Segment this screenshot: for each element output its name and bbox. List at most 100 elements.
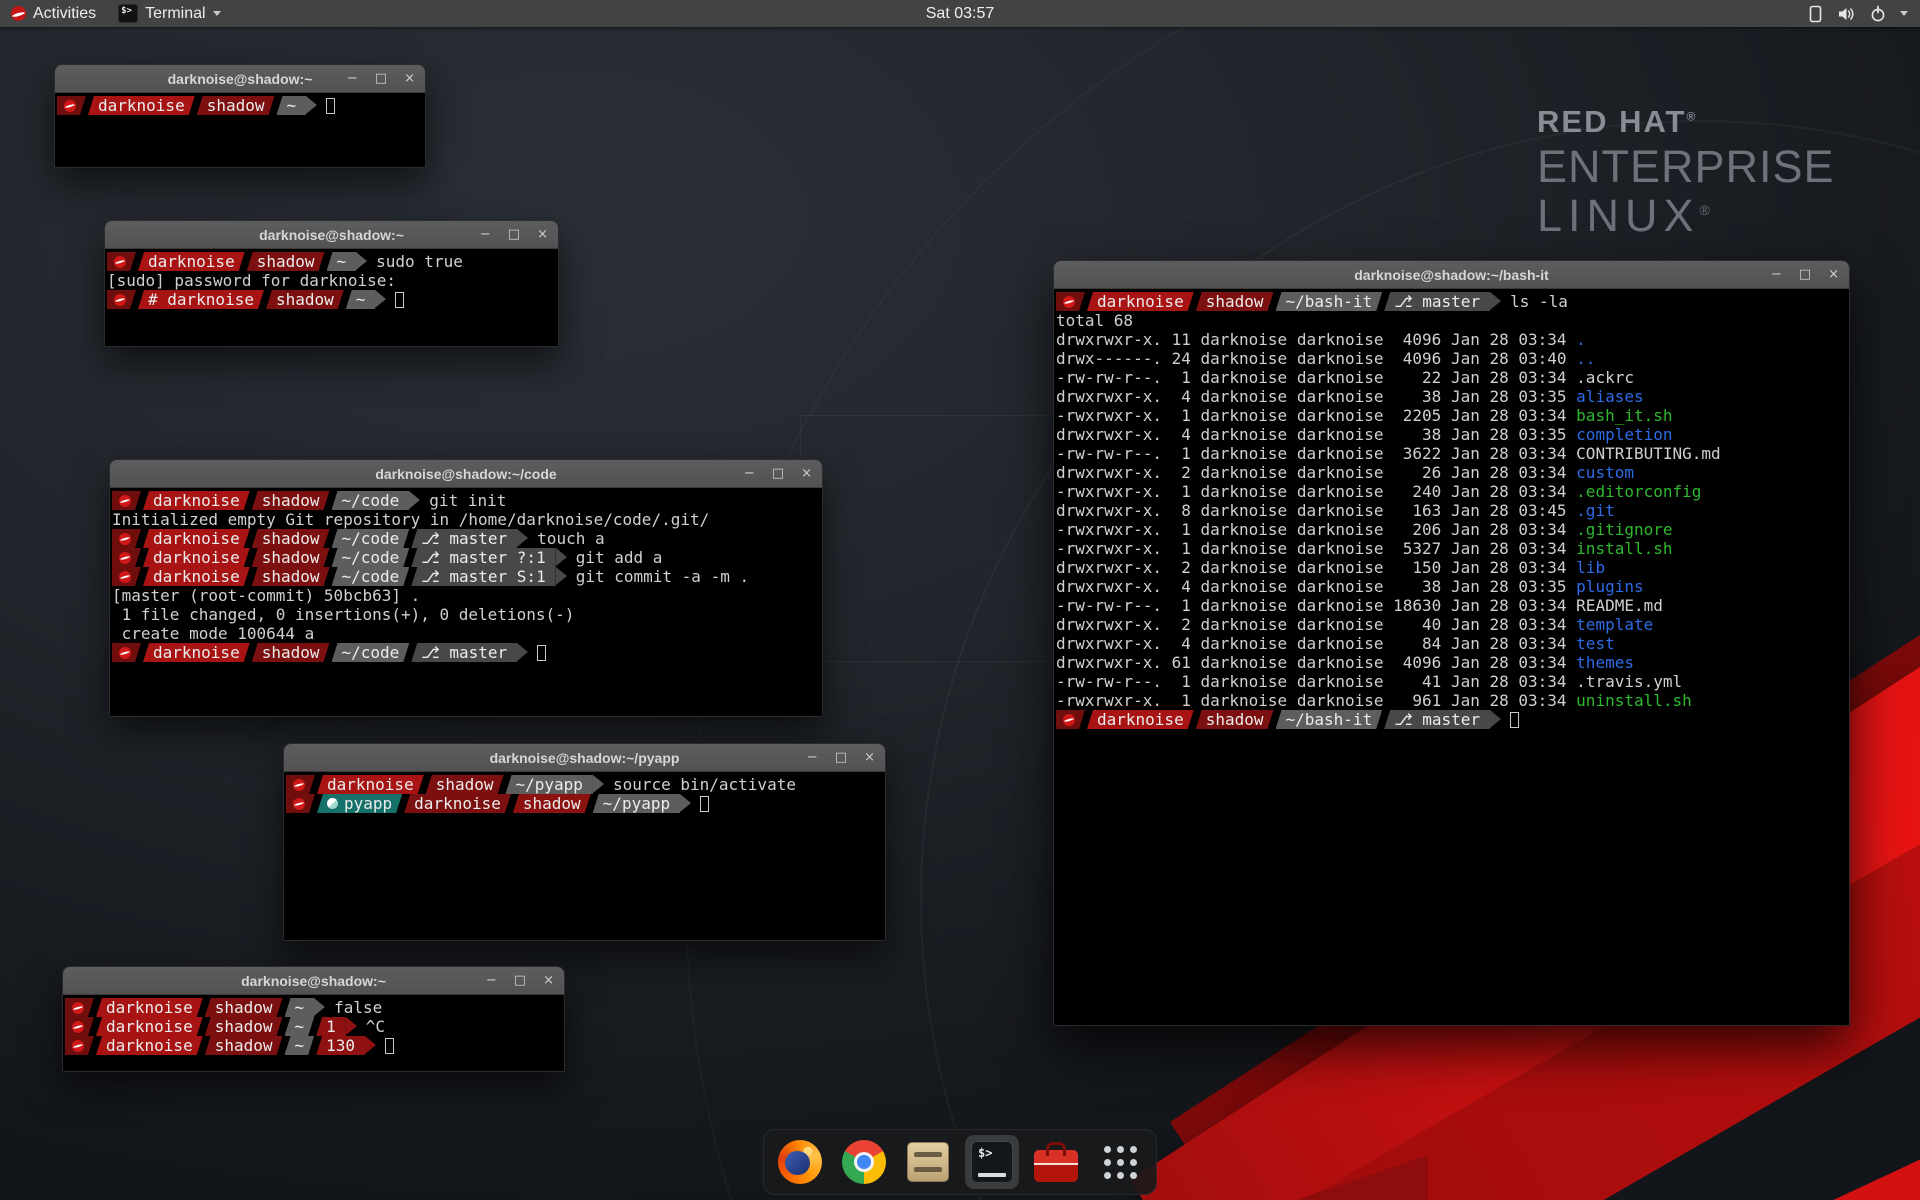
maximize-button[interactable]: □	[835, 751, 847, 764]
prompt-segment	[65, 1036, 94, 1055]
terminal-line: [sudo] password for darknoise:	[107, 271, 558, 290]
terminal-line: drwxrwxr-x. 2 darknoise darknoise 150 Ja…	[1056, 558, 1849, 577]
dock-item-files[interactable]	[901, 1135, 955, 1189]
close-button[interactable]: ×	[543, 974, 554, 987]
prompt-segment: 1	[316, 1017, 346, 1036]
prompt-segment: darknoise	[88, 96, 195, 115]
dock-item-toolbox[interactable]	[1029, 1135, 1083, 1189]
file-name: .travis.yml	[1576, 672, 1682, 691]
redhat-icon	[293, 779, 305, 791]
maximize-button[interactable]: □	[514, 974, 526, 987]
redhat-branding: RED HAT® ENTERPRISE LINUX®	[1537, 106, 1835, 238]
dock-item-terminal[interactable]	[965, 1135, 1019, 1189]
terminal-content[interactable]: darknoiseshadow~sudo true[sudo] password…	[105, 249, 558, 346]
maximize-button[interactable]: □	[508, 228, 520, 241]
prompt-segment-label: darknoise	[106, 1017, 193, 1036]
prompt: darknoiseshadow~1	[65, 1017, 357, 1036]
prompt-segment: shadow	[247, 252, 325, 271]
window-titlebar[interactable]: darknoise@shadow:~/code−□×	[110, 460, 822, 488]
dock-item-chrome[interactable]	[837, 1135, 891, 1189]
system-status-area[interactable]	[1807, 0, 1920, 27]
close-button[interactable]: ×	[801, 467, 812, 480]
app-menu-label: Terminal	[145, 5, 205, 23]
prompt: darknoiseshadow~	[107, 252, 367, 271]
file-name: uninstall.sh	[1576, 691, 1692, 710]
chevron-down-icon	[1900, 11, 1908, 16]
terminal-window-code: darknoise@shadow:~/code−□×darknoiseshado…	[109, 459, 823, 717]
dock-item-app-grid[interactable]	[1093, 1135, 1147, 1189]
prompt-segment: ~/pyapp	[506, 775, 593, 794]
prompt-segment: ~	[277, 96, 307, 115]
ls-columns: drwx------. 24 darknoise darknoise 4096 …	[1056, 349, 1576, 368]
maximize-button[interactable]: □	[1799, 268, 1811, 281]
chrome-icon	[842, 1140, 886, 1184]
window-titlebar[interactable]: darknoise@shadow:~/bash-it−□×	[1054, 261, 1849, 289]
prompt: darknoiseshadow~	[65, 998, 325, 1017]
close-button[interactable]: ×	[537, 228, 548, 241]
window-controls: − □ ×	[480, 221, 548, 248]
file-name: README.md	[1576, 596, 1663, 615]
terminal-content[interactable]: darknoiseshadow~/bash-it⎇ masterls -lato…	[1054, 289, 1849, 1025]
volume-icon	[1837, 5, 1856, 23]
prompt-segment-label: shadow	[262, 491, 320, 510]
output-text: create mode 100644 a	[112, 624, 314, 643]
ls-columns: drwxrwxr-x. 2 darknoise darknoise 26 Jan…	[1056, 463, 1576, 482]
minimize-button[interactable]: −	[347, 72, 358, 85]
terminal-line: # darknoiseshadow~	[107, 290, 558, 309]
file-name: .gitignore	[1576, 520, 1672, 539]
close-button[interactable]: ×	[404, 72, 415, 85]
terminal-content[interactable]: darknoiseshadow~/pyappsource bin/activat…	[284, 772, 885, 940]
prompt-segment: ~/code	[332, 567, 410, 586]
minimize-button[interactable]: −	[1771, 268, 1782, 281]
prompt-segment-label: ⎇ master	[1394, 292, 1480, 311]
terminal-window-sudo: darknoise@shadow:~−□×darknoiseshadow~sud…	[104, 220, 559, 347]
prompt-segment-label: ~/bash-it	[1286, 292, 1373, 311]
redhat-icon	[293, 798, 305, 810]
window-titlebar[interactable]: darknoise@shadow:~/pyapp− □ ×	[284, 744, 885, 772]
window-controls: − □ ×	[347, 65, 415, 92]
prompt-arrow-icon	[365, 1036, 376, 1054]
terminal-content[interactable]: darknoiseshadow~/codegit initInitialized…	[110, 488, 822, 716]
prompt-segment: shadow	[197, 96, 275, 115]
prompt-segment-label: shadow	[257, 252, 315, 271]
terminal-cursor	[326, 98, 335, 114]
terminal-content[interactable]: darknoiseshadow~falsedarknoiseshadow~1^C…	[63, 995, 564, 1071]
terminal-window-pyapp: darknoise@shadow:~/pyapp− □ × darknoiseshad…	[283, 743, 886, 941]
minimize-button[interactable]: −	[744, 467, 755, 480]
minimize-button[interactable]: −	[807, 751, 818, 764]
terminal-line: drwxrwxr-x. 4 darknoise darknoise 38 Jan…	[1056, 425, 1849, 444]
prompt-segment-label: 1	[326, 1017, 336, 1036]
terminal-line: darknoiseshadow~/pyappsource bin/activat…	[286, 775, 885, 794]
minimize-button[interactable]: −	[480, 228, 491, 241]
window-titlebar[interactable]: darknoise@shadow:~−□×	[105, 221, 558, 249]
terminal-content[interactable]: darknoiseshadow~	[55, 93, 425, 167]
window-titlebar[interactable]: darknoise@shadow:~−□×	[63, 967, 564, 995]
window-title: darknoise@shadow:~/pyapp	[284, 750, 885, 766]
prompt-segment-label: ⎇ master	[421, 643, 507, 662]
app-menu-terminal[interactable]: $> Terminal	[107, 0, 231, 27]
close-button[interactable]: ×	[864, 751, 875, 764]
maximize-button[interactable]: □	[375, 72, 387, 85]
clock[interactable]: Sat 03:57	[916, 0, 1005, 27]
close-button[interactable]: ×	[1828, 268, 1839, 281]
prompt-segment: ~	[285, 998, 315, 1017]
grid-dot	[1130, 1172, 1137, 1179]
prompt-segment	[57, 96, 86, 115]
window-titlebar[interactable]: darknoise@shadow:~−□×	[55, 65, 425, 93]
dock-item-firefox[interactable]	[773, 1135, 827, 1189]
prompt-segment-label: ~/pyapp	[603, 794, 670, 813]
power-icon	[1869, 5, 1887, 23]
prompt: darknoiseshadow~/pyapp	[286, 775, 604, 794]
maximize-button[interactable]: □	[772, 467, 784, 480]
activities-button[interactable]: Activities	[0, 0, 107, 27]
prompt: darknoiseshadow~/code⎇ master	[112, 643, 528, 662]
prompt-segment-label: 130	[326, 1036, 355, 1055]
prompt: darknoiseshadow~/code⎇ master	[112, 529, 528, 548]
activities-label: Activities	[33, 5, 96, 23]
prompt: darknoiseshadow~/code⎇ master S:1	[112, 567, 567, 586]
terminal-line: drwxrwxr-x. 4 darknoise darknoise 84 Jan…	[1056, 634, 1849, 653]
prompt-segment: ~/code	[332, 548, 410, 567]
minimize-button[interactable]: −	[486, 974, 497, 987]
ls-columns: -rwxrwxr-x. 1 darknoise darknoise 240 Ja…	[1056, 482, 1576, 501]
prompt-segment: ⎇ master	[411, 529, 517, 548]
